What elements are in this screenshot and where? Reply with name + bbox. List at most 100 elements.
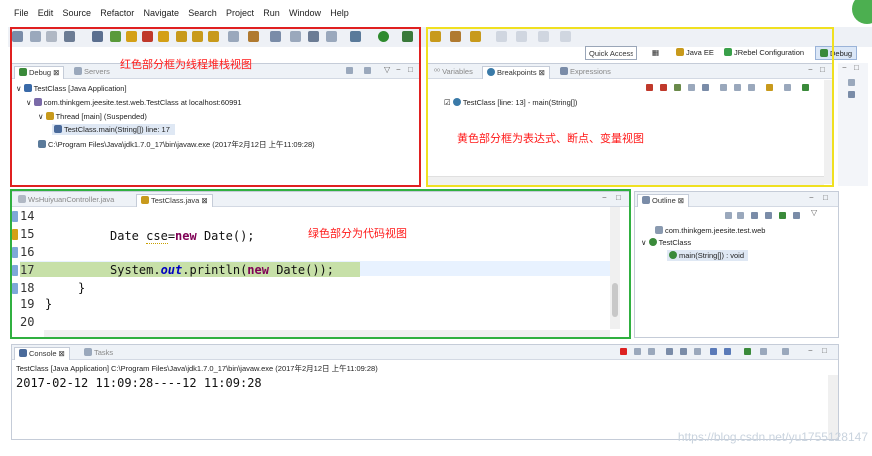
link-editor-icon[interactable] [748, 84, 755, 91]
save-icon[interactable] [30, 31, 41, 42]
back-icon[interactable] [538, 31, 549, 42]
remove-all-breakpoints-icon[interactable] [660, 84, 667, 91]
suspend-icon[interactable] [126, 31, 137, 42]
outline-item-package[interactable]: com.thinkgem.jeesite.test.web [655, 226, 765, 235]
minimize-icon[interactable]: − [809, 193, 814, 202]
tree-item-thread[interactable]: ∨ Thread [main] (Suspended) [38, 112, 147, 121]
hide-local-types-icon[interactable] [793, 212, 800, 219]
display-console-icon[interactable] [760, 348, 767, 355]
maximize-icon[interactable]: □ [820, 65, 825, 74]
new-java-project-icon[interactable] [430, 31, 441, 42]
expand-all-icon[interactable] [720, 84, 727, 91]
toggle-mark-icon[interactable] [326, 31, 337, 42]
skip-all-icon[interactable] [702, 84, 709, 91]
tree-item-process[interactable]: C:\Program Files\Java\jdk1.7.0_17\bin\ja… [38, 139, 315, 150]
editor-scrollbar-vertical[interactable] [610, 207, 620, 329]
pin-console-icon[interactable] [744, 348, 751, 355]
chevron-down-icon[interactable]: ∨ [641, 238, 649, 247]
new-icon[interactable] [12, 31, 23, 42]
step-into-icon[interactable] [176, 31, 187, 42]
filter-icon[interactable] [802, 84, 809, 91]
hide-fields-icon[interactable] [751, 212, 758, 219]
sort-icon[interactable] [737, 212, 744, 219]
tab-wshuiyuancontroller[interactable]: WsHuiyuanController.java [14, 194, 118, 207]
debug-icon[interactable] [350, 31, 361, 42]
hide-static-icon[interactable] [765, 212, 772, 219]
remove-launch-icon[interactable] [634, 348, 641, 355]
open-task-icon[interactable] [290, 31, 301, 42]
print-icon[interactable] [64, 31, 75, 42]
save-all-icon[interactable] [46, 31, 57, 42]
tab-console[interactable]: Console ⊠ [14, 347, 70, 360]
remove-breakpoint-icon[interactable] [646, 84, 653, 91]
restore-icon[interactable]: □ [854, 63, 859, 72]
tree-item-target[interactable]: ∨ com.thinkgem.jeesite.test.web.TestClas… [26, 98, 242, 107]
menu-navigate[interactable]: Navigate [144, 8, 180, 18]
breakpoint-item[interactable]: ☑ TestClass [line: 13] - main(String[]) [444, 98, 577, 107]
tab-outline[interactable]: Outline ⊠ [637, 194, 690, 207]
external-tools-icon[interactable] [402, 31, 413, 42]
menu-run[interactable]: Run [263, 8, 280, 18]
new-package-icon[interactable] [450, 31, 461, 42]
menu-refactor[interactable]: Refactor [100, 8, 134, 18]
editor-scrollbar-horizontal[interactable] [44, 330, 610, 338]
scrollbar-horizontal[interactable] [428, 176, 824, 185]
code-line-15[interactable]: Date cse=new Date(); [110, 229, 255, 244]
maximize-icon[interactable]: □ [822, 346, 827, 355]
show-on-stderr-icon[interactable] [724, 348, 731, 355]
tab-debug[interactable]: Debug ⊠ [14, 66, 65, 79]
forward-icon[interactable] [560, 31, 571, 42]
code-line-17[interactable]: System.out.println(new Date()); [110, 263, 334, 277]
word-wrap-icon[interactable] [680, 348, 687, 355]
new-class-icon[interactable] [470, 31, 481, 42]
maximize-icon[interactable]: □ [823, 193, 828, 202]
perspective-debug[interactable]: Debug [815, 46, 858, 60]
chevron-down-icon[interactable]: ∨ [38, 112, 46, 121]
chevron-down-icon[interactable]: ∨ [26, 98, 34, 107]
hide-non-public-icon[interactable] [779, 212, 786, 219]
outline-item-method[interactable]: main(String[]) : void [667, 250, 749, 261]
menu-project[interactable]: Project [226, 8, 254, 18]
chevron-down-icon[interactable]: ∨ [16, 84, 24, 93]
tab-variables[interactable]: ⁰⁰ Variables [430, 66, 477, 79]
prev-annotation-icon[interactable] [516, 31, 527, 42]
terminate-icon[interactable] [620, 348, 627, 355]
perspective-jrebel[interactable]: JRebel Configuration [720, 46, 808, 60]
chevron-down-icon[interactable]: ▽ [811, 208, 817, 217]
remove-all-terminated-icon[interactable] [648, 348, 655, 355]
maximize-icon[interactable]: □ [616, 193, 621, 202]
maximize-icon[interactable]: □ [408, 65, 413, 74]
open-perspective-icon[interactable]: ▦ [648, 46, 663, 60]
run-icon[interactable] [378, 31, 389, 42]
minimize-icon[interactable]: − [808, 346, 813, 355]
step-over-icon[interactable] [192, 31, 203, 42]
use-step-filters-icon[interactable] [248, 31, 259, 42]
terminate-icon[interactable] [142, 31, 153, 42]
chevron-down-icon[interactable]: ▽ [384, 65, 390, 74]
tree-item-stack-frame[interactable]: TestClass.main(String[]) line: 17 [52, 124, 175, 135]
view-menu-icon[interactable] [364, 67, 371, 74]
menu-file[interactable]: File [14, 8, 29, 18]
open-console-icon[interactable] [782, 348, 789, 355]
menu-window[interactable]: Window [289, 8, 321, 18]
open-type-icon[interactable] [270, 31, 281, 42]
quick-access-input[interactable] [585, 46, 637, 60]
minimize-icon[interactable]: − [396, 65, 401, 74]
show-on-stdout-icon[interactable] [710, 348, 717, 355]
perspective-java-ee[interactable]: Java EE [672, 46, 718, 60]
menu-help[interactable]: Help [330, 8, 349, 18]
next-annotation-icon[interactable] [496, 31, 507, 42]
goto-file-icon[interactable] [688, 84, 695, 91]
drop-frame-icon[interactable] [228, 31, 239, 42]
outline-item-class[interactable]: ∨ TestClass [641, 238, 691, 247]
collapse-all-icon[interactable] [734, 84, 741, 91]
view-menu-icon[interactable] [784, 84, 791, 91]
show-supported-icon[interactable] [674, 84, 681, 91]
add-exception-icon[interactable] [766, 84, 773, 91]
tab-breakpoints[interactable]: Breakpoints ⊠ [482, 66, 550, 79]
search-icon[interactable] [308, 31, 319, 42]
minimize-icon[interactable]: − [808, 65, 813, 74]
step-return-icon[interactable] [208, 31, 219, 42]
minimize-icon[interactable]: − [602, 193, 607, 202]
menu-source[interactable]: Source [63, 8, 92, 18]
